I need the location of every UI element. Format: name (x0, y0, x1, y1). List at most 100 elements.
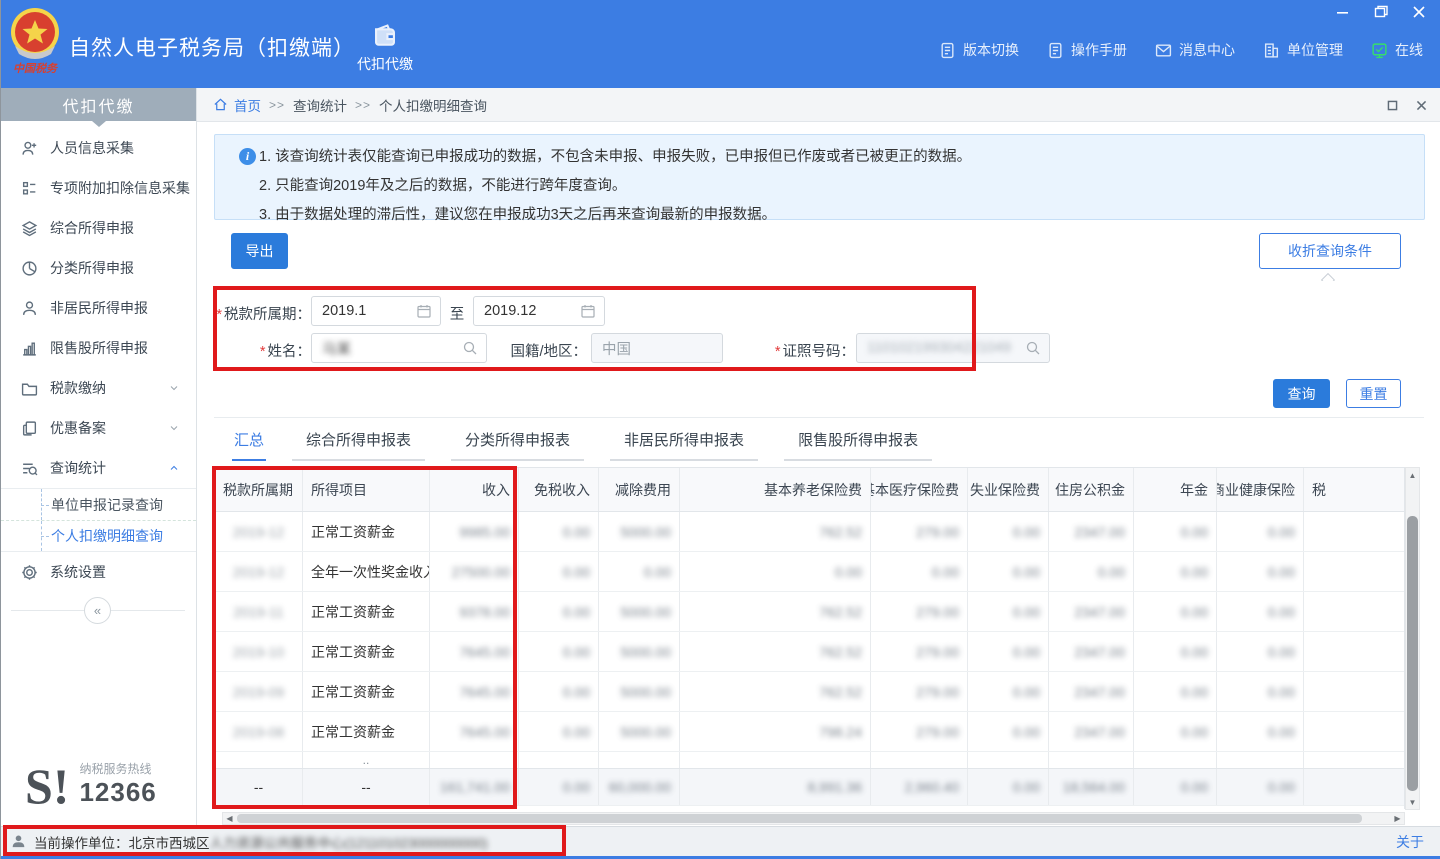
cell: 0.00 (519, 769, 599, 805)
sidebar-item[interactable]: 专项附加扣除信息采集 (1, 168, 196, 208)
cell: 0.00 (968, 712, 1049, 751)
sidebar-item[interactable]: 系统设置 (1, 552, 196, 592)
cell: 0.00 (519, 712, 599, 751)
sidebar-header: 代扣代缴 (1, 88, 196, 121)
about-link[interactable]: 关于 (1396, 832, 1424, 852)
cell (1304, 512, 1405, 551)
sidebar-item[interactable]: 税款缴纳 (1, 368, 196, 408)
cell (1134, 752, 1217, 768)
tab-withholding-module[interactable]: 代扣代缴 (349, 18, 421, 80)
search-icon[interactable] (462, 340, 478, 356)
sidebar-item[interactable]: 分类所得申报 (1, 248, 196, 288)
top-menu-item[interactable]: 消息中心 (1155, 40, 1235, 60)
sidebar-item-label: 优惠备案 (50, 418, 168, 438)
minimize-button[interactable] (1335, 4, 1351, 20)
sidebar: 代扣代缴 人员信息采集专项附加扣除信息采集综合所得申报分类所得申报非居民所得申报… (1, 88, 197, 826)
tab-report[interactable]: 限售股所得申报表 (784, 425, 932, 461)
table-header-row: 税款所属期所得项目收入免税收入减除费用基本养老保险费基本医疗保险费失业保险费住房… (215, 468, 1404, 512)
tax-bureau-emblem-icon: 中国税务 (9, 6, 61, 76)
top-menu-item[interactable]: 版本切换 (939, 40, 1019, 60)
table-row[interactable]: 2019-08正常工资薪金7645.000.005000.00798.24279… (215, 712, 1404, 752)
cell: 2347.00 (1049, 632, 1134, 671)
tab-report[interactable]: 分类所得申报表 (451, 425, 584, 461)
scroll-up-arrow[interactable]: ▲ (1406, 468, 1419, 482)
sidebar-item[interactable]: 人员信息采集 (1, 128, 196, 168)
cell: 0.00 (1217, 769, 1304, 805)
current-unit-blurred-text: 人力资源公共服务中心(121101023000000000) (210, 832, 488, 852)
tab-active[interactable]: 汇总 (232, 425, 266, 461)
reset-button[interactable]: 重置 (1346, 379, 1401, 408)
notice-box: i 1. 该查询统计表仅能查询已申报成功的数据，不包含未申报、申报失败，已申报但… (214, 134, 1425, 220)
collapse-caret-icon (1321, 272, 1337, 281)
cell: 正常工资薪金 (303, 512, 430, 551)
person-icon (21, 300, 38, 317)
search-icon[interactable] (1025, 340, 1041, 356)
export-button[interactable]: 导出 (231, 233, 288, 269)
sidebar-item[interactable]: 查询统计 (1, 448, 196, 488)
window-controls (1335, 4, 1427, 20)
cell (871, 752, 968, 768)
horizontal-scroll-thumb[interactable] (237, 814, 1362, 823)
id-number-label: *证照号码： (767, 337, 855, 367)
close-button[interactable] (1411, 4, 1427, 20)
table-totals-row: ----161,741.000.0060,000.008,991.362,960… (215, 768, 1404, 806)
cell: 0.00 (519, 672, 599, 711)
vertical-scrollbar[interactable]: ▲ ▼ (1405, 467, 1420, 810)
cell: 2019-08 (215, 712, 303, 751)
sidebar-subitem[interactable]: 单位申报记录查询 (1, 489, 196, 520)
sidebar-collapse-row: « (1, 597, 195, 625)
cell: 279.00 (871, 632, 968, 671)
calendar-icon[interactable] (416, 303, 432, 319)
table-row[interactable]: 2019-09正常工资薪金7645.000.005000.00762.52279… (215, 672, 1404, 712)
table-row[interactable]: 2019-10正常工资薪金7645.000.005000.00762.52279… (215, 632, 1404, 672)
cell: 7645.00 (430, 672, 519, 711)
cell: 762.52 (680, 592, 871, 631)
vertical-scroll-thumb[interactable] (1407, 516, 1418, 791)
cell: 2347.00 (1049, 512, 1134, 551)
top-menu-item[interactable]: 操作手册 (1047, 40, 1127, 60)
tab-report[interactable]: 非居民所得申报表 (610, 425, 758, 461)
calendar-icon[interactable] (580, 303, 596, 319)
cell: 0.00 (968, 672, 1049, 711)
document-icon (939, 42, 956, 59)
name-input[interactable]: 马某 (311, 333, 487, 363)
cell: 2347.00 (1049, 672, 1134, 711)
top-menu-item[interactable]: 单位管理 (1263, 40, 1343, 60)
cell (430, 752, 519, 768)
cell (1304, 769, 1405, 805)
id-number-input[interactable]: 110102199304221049 (856, 333, 1050, 363)
cell: 279.00 (871, 592, 968, 631)
sidebar-item[interactable]: 综合所得申报 (1, 208, 196, 248)
search-button[interactable]: 查询 (1273, 379, 1330, 408)
cell: 0.00 (1217, 512, 1304, 551)
sidebar-subitem-active[interactable]: 个人扣缴明细查询 (1, 520, 196, 551)
panel-restore-icon[interactable] (1386, 99, 1399, 112)
col-header: 税 (1304, 468, 1405, 511)
sidebar-item[interactable]: 优惠备案 (1, 408, 196, 448)
module-tab-label: 代扣代缴 (357, 54, 413, 74)
table-row[interactable]: 2019-11正常工资薪金9378.000.005000.00762.52279… (215, 592, 1404, 632)
top-menu-online-status[interactable]: 在线 (1371, 40, 1423, 60)
sidebar-item-label: 限售股所得申报 (50, 338, 196, 358)
sidebar-item[interactable]: 非居民所得申报 (1, 288, 196, 328)
table-row[interactable]: 2019-12全年一次性奖金收入27500.000.000.000.000.00… (215, 552, 1404, 592)
restore-button[interactable] (1373, 4, 1389, 20)
cell: 7645.00 (430, 632, 519, 671)
period-to-input[interactable]: 2019.12 (473, 296, 605, 326)
table-row[interactable]: 2019-12正常工资薪金9985.000.005000.00762.52279… (215, 512, 1404, 552)
cell: 2019-12 (215, 552, 303, 591)
scroll-right-arrow[interactable]: ▶ (1391, 813, 1404, 824)
cell: 0.00 (519, 552, 599, 591)
breadcrumb-home-link[interactable]: 首页 (234, 95, 261, 115)
period-from-input[interactable]: 2019.1 (311, 296, 441, 326)
panel-close-icon[interactable] (1415, 99, 1428, 112)
sidebar-collapse-button[interactable]: « (84, 597, 111, 624)
scroll-down-arrow[interactable]: ▼ (1406, 795, 1419, 809)
scroll-left-arrow[interactable]: ◀ (223, 813, 236, 824)
chevron-down-icon (168, 382, 180, 394)
horizontal-scrollbar[interactable]: ◀ ▶ (222, 812, 1405, 825)
sidebar-item[interactable]: 限售股所得申报 (1, 328, 196, 368)
cell: 0.00 (1134, 672, 1217, 711)
tab-report[interactable]: 综合所得申报表 (292, 425, 425, 461)
collapse-query-conditions-button[interactable]: 收折查询条件 (1259, 233, 1401, 269)
